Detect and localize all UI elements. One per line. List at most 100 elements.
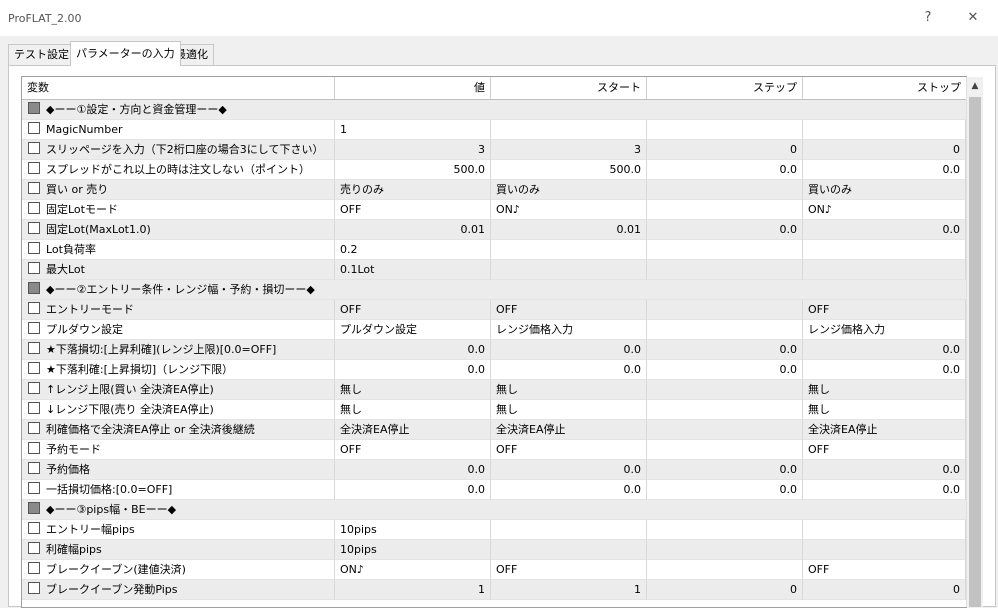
value-cell[interactable]: 0.2 — [335, 240, 491, 260]
step-cell[interactable] — [647, 120, 803, 140]
value-cell[interactable]: 10pips — [335, 540, 491, 560]
stop-cell[interactable]: 0.0 — [803, 360, 966, 380]
optimize-checkbox[interactable] — [28, 122, 40, 134]
table-row[interactable]: スプレッドがこれ以上の時は注文しない（ポイント） 500.0 500.0 0.0 0.0 — [22, 160, 966, 180]
table-row[interactable]: ブレークイーブン(建値決済) ON♪ OFF OFF — [22, 560, 966, 580]
table-row[interactable]: 予約価格 0.0 0.0 0.0 0.0 — [22, 460, 966, 480]
value-cell[interactable]: 0.0 — [335, 360, 491, 380]
stop-cell[interactable]: 無し — [803, 400, 966, 420]
step-cell[interactable] — [647, 540, 803, 560]
stop-cell[interactable]: 0 — [803, 580, 966, 600]
step-cell[interactable]: 0.0 — [647, 360, 803, 380]
header-start[interactable]: スタート — [491, 77, 647, 99]
start-cell[interactable]: OFF — [491, 560, 647, 580]
step-cell[interactable]: 0.0 — [647, 480, 803, 500]
step-cell[interactable]: 0.0 — [647, 220, 803, 240]
step-cell[interactable]: 0 — [647, 140, 803, 160]
start-cell[interactable]: 3 — [491, 140, 647, 160]
table-row[interactable]: ↑レンジ上限(買い 全決済EA停止) 無し 無し 無し — [22, 380, 966, 400]
step-cell[interactable]: 0.0 — [647, 340, 803, 360]
table-row[interactable]: 予約モード OFF OFF OFF — [22, 440, 966, 460]
step-cell[interactable]: 0.0 — [647, 460, 803, 480]
optimize-checkbox[interactable] — [28, 182, 40, 194]
start-cell[interactable] — [491, 260, 647, 280]
table-row[interactable]: ↓レンジ下限(売り 全決済EA停止) 無し 無し 無し — [22, 400, 966, 420]
start-cell[interactable]: 500.0 — [491, 160, 647, 180]
start-cell[interactable]: 全決済EA停止 — [491, 420, 647, 440]
section-row[interactable]: ◆ーー②エントリー条件・レンジ幅・予約・損切ーー◆ — [22, 280, 966, 300]
optimize-checkbox[interactable] — [28, 582, 40, 594]
step-cell[interactable]: 0.0 — [647, 160, 803, 180]
start-cell[interactable]: 0.0 — [491, 360, 647, 380]
start-cell[interactable] — [491, 120, 647, 140]
value-cell[interactable]: 0.0 — [335, 460, 491, 480]
table-row[interactable]: ブレークイーブン発動Pips 1 1 0 0 — [22, 580, 966, 600]
value-cell[interactable]: 1 — [335, 580, 491, 600]
stop-cell[interactable] — [803, 240, 966, 260]
table-row[interactable]: エントリー幅pips 10pips — [22, 520, 966, 540]
table-row[interactable]: MagicNumber 1 — [22, 120, 966, 140]
value-cell[interactable]: 売りのみ — [335, 180, 491, 200]
close-button[interactable]: ✕ — [958, 8, 988, 28]
tab-parameters[interactable]: パラメーターの入力 — [70, 41, 181, 66]
optimize-checkbox[interactable] — [28, 262, 40, 274]
optimize-checkbox[interactable] — [28, 302, 40, 314]
stop-cell[interactable] — [803, 120, 966, 140]
value-cell[interactable]: 500.0 — [335, 160, 491, 180]
optimize-checkbox[interactable] — [28, 202, 40, 214]
help-button[interactable]: ? — [913, 8, 943, 28]
header-stop[interactable]: ストップ — [803, 77, 966, 99]
tab-test-settings[interactable]: テスト設定 — [8, 44, 75, 65]
table-row[interactable]: プルダウン設定 プルダウン設定 レンジ価格入力 レンジ価格入力 — [22, 320, 966, 340]
stop-cell[interactable]: 0.0 — [803, 160, 966, 180]
step-cell[interactable] — [647, 520, 803, 540]
start-cell[interactable]: 0.0 — [491, 460, 647, 480]
optimize-checkbox[interactable] — [28, 562, 40, 574]
optimize-checkbox[interactable] — [28, 222, 40, 234]
stop-cell[interactable]: 0.0 — [803, 340, 966, 360]
start-cell[interactable] — [491, 540, 647, 560]
start-cell[interactable]: 無し — [491, 400, 647, 420]
table-row[interactable]: 利確価格で全決済EA停止 or 全決済後継続 全決済EA停止 全決済EA停止 全決済E… — [22, 420, 966, 440]
header-value[interactable]: 値 — [335, 77, 491, 99]
start-cell[interactable]: 0.0 — [491, 340, 647, 360]
value-cell[interactable]: 1 — [335, 120, 491, 140]
step-cell[interactable] — [647, 380, 803, 400]
step-cell[interactable] — [647, 320, 803, 340]
vertical-scrollbar[interactable]: ▲ — [966, 77, 983, 607]
step-cell[interactable] — [647, 180, 803, 200]
table-row[interactable]: 最大Lot 0.1Lot — [22, 260, 966, 280]
start-cell[interactable] — [491, 520, 647, 540]
stop-cell[interactable]: OFF — [803, 440, 966, 460]
start-cell[interactable]: 無し — [491, 380, 647, 400]
optimize-checkbox[interactable] — [28, 422, 40, 434]
stop-cell[interactable]: 0.0 — [803, 220, 966, 240]
value-cell[interactable]: OFF — [335, 440, 491, 460]
stop-cell[interactable]: 無し — [803, 380, 966, 400]
start-cell[interactable]: OFF — [491, 300, 647, 320]
optimize-checkbox[interactable] — [28, 442, 40, 454]
start-cell[interactable]: 0.0 — [491, 480, 647, 500]
stop-cell[interactable] — [803, 520, 966, 540]
start-cell[interactable]: 買いのみ — [491, 180, 647, 200]
step-cell[interactable] — [647, 400, 803, 420]
table-row[interactable]: 利確幅pips 10pips — [22, 540, 966, 560]
value-cell[interactable]: 0.1Lot — [335, 260, 491, 280]
value-cell[interactable]: 無し — [335, 400, 491, 420]
optimize-checkbox[interactable] — [28, 342, 40, 354]
optimize-checkbox[interactable] — [28, 542, 40, 554]
table-row[interactable]: スリッページを入力（下2桁口座の場合3にして下さい） 3 3 0 0 — [22, 140, 966, 160]
optimize-checkbox[interactable] — [28, 482, 40, 494]
optimize-checkbox[interactable] — [28, 362, 40, 374]
optimize-checkbox[interactable] — [28, 462, 40, 474]
step-cell[interactable] — [647, 440, 803, 460]
step-cell[interactable]: 0 — [647, 580, 803, 600]
stop-cell[interactable]: レンジ価格入力 — [803, 320, 966, 340]
optimize-checkbox[interactable] — [28, 162, 40, 174]
optimize-checkbox[interactable] — [28, 402, 40, 414]
stop-cell[interactable] — [803, 540, 966, 560]
step-cell[interactable] — [647, 200, 803, 220]
stop-cell[interactable]: OFF — [803, 300, 966, 320]
table-row[interactable]: Lot負荷率 0.2 — [22, 240, 966, 260]
value-cell[interactable]: プルダウン設定 — [335, 320, 491, 340]
